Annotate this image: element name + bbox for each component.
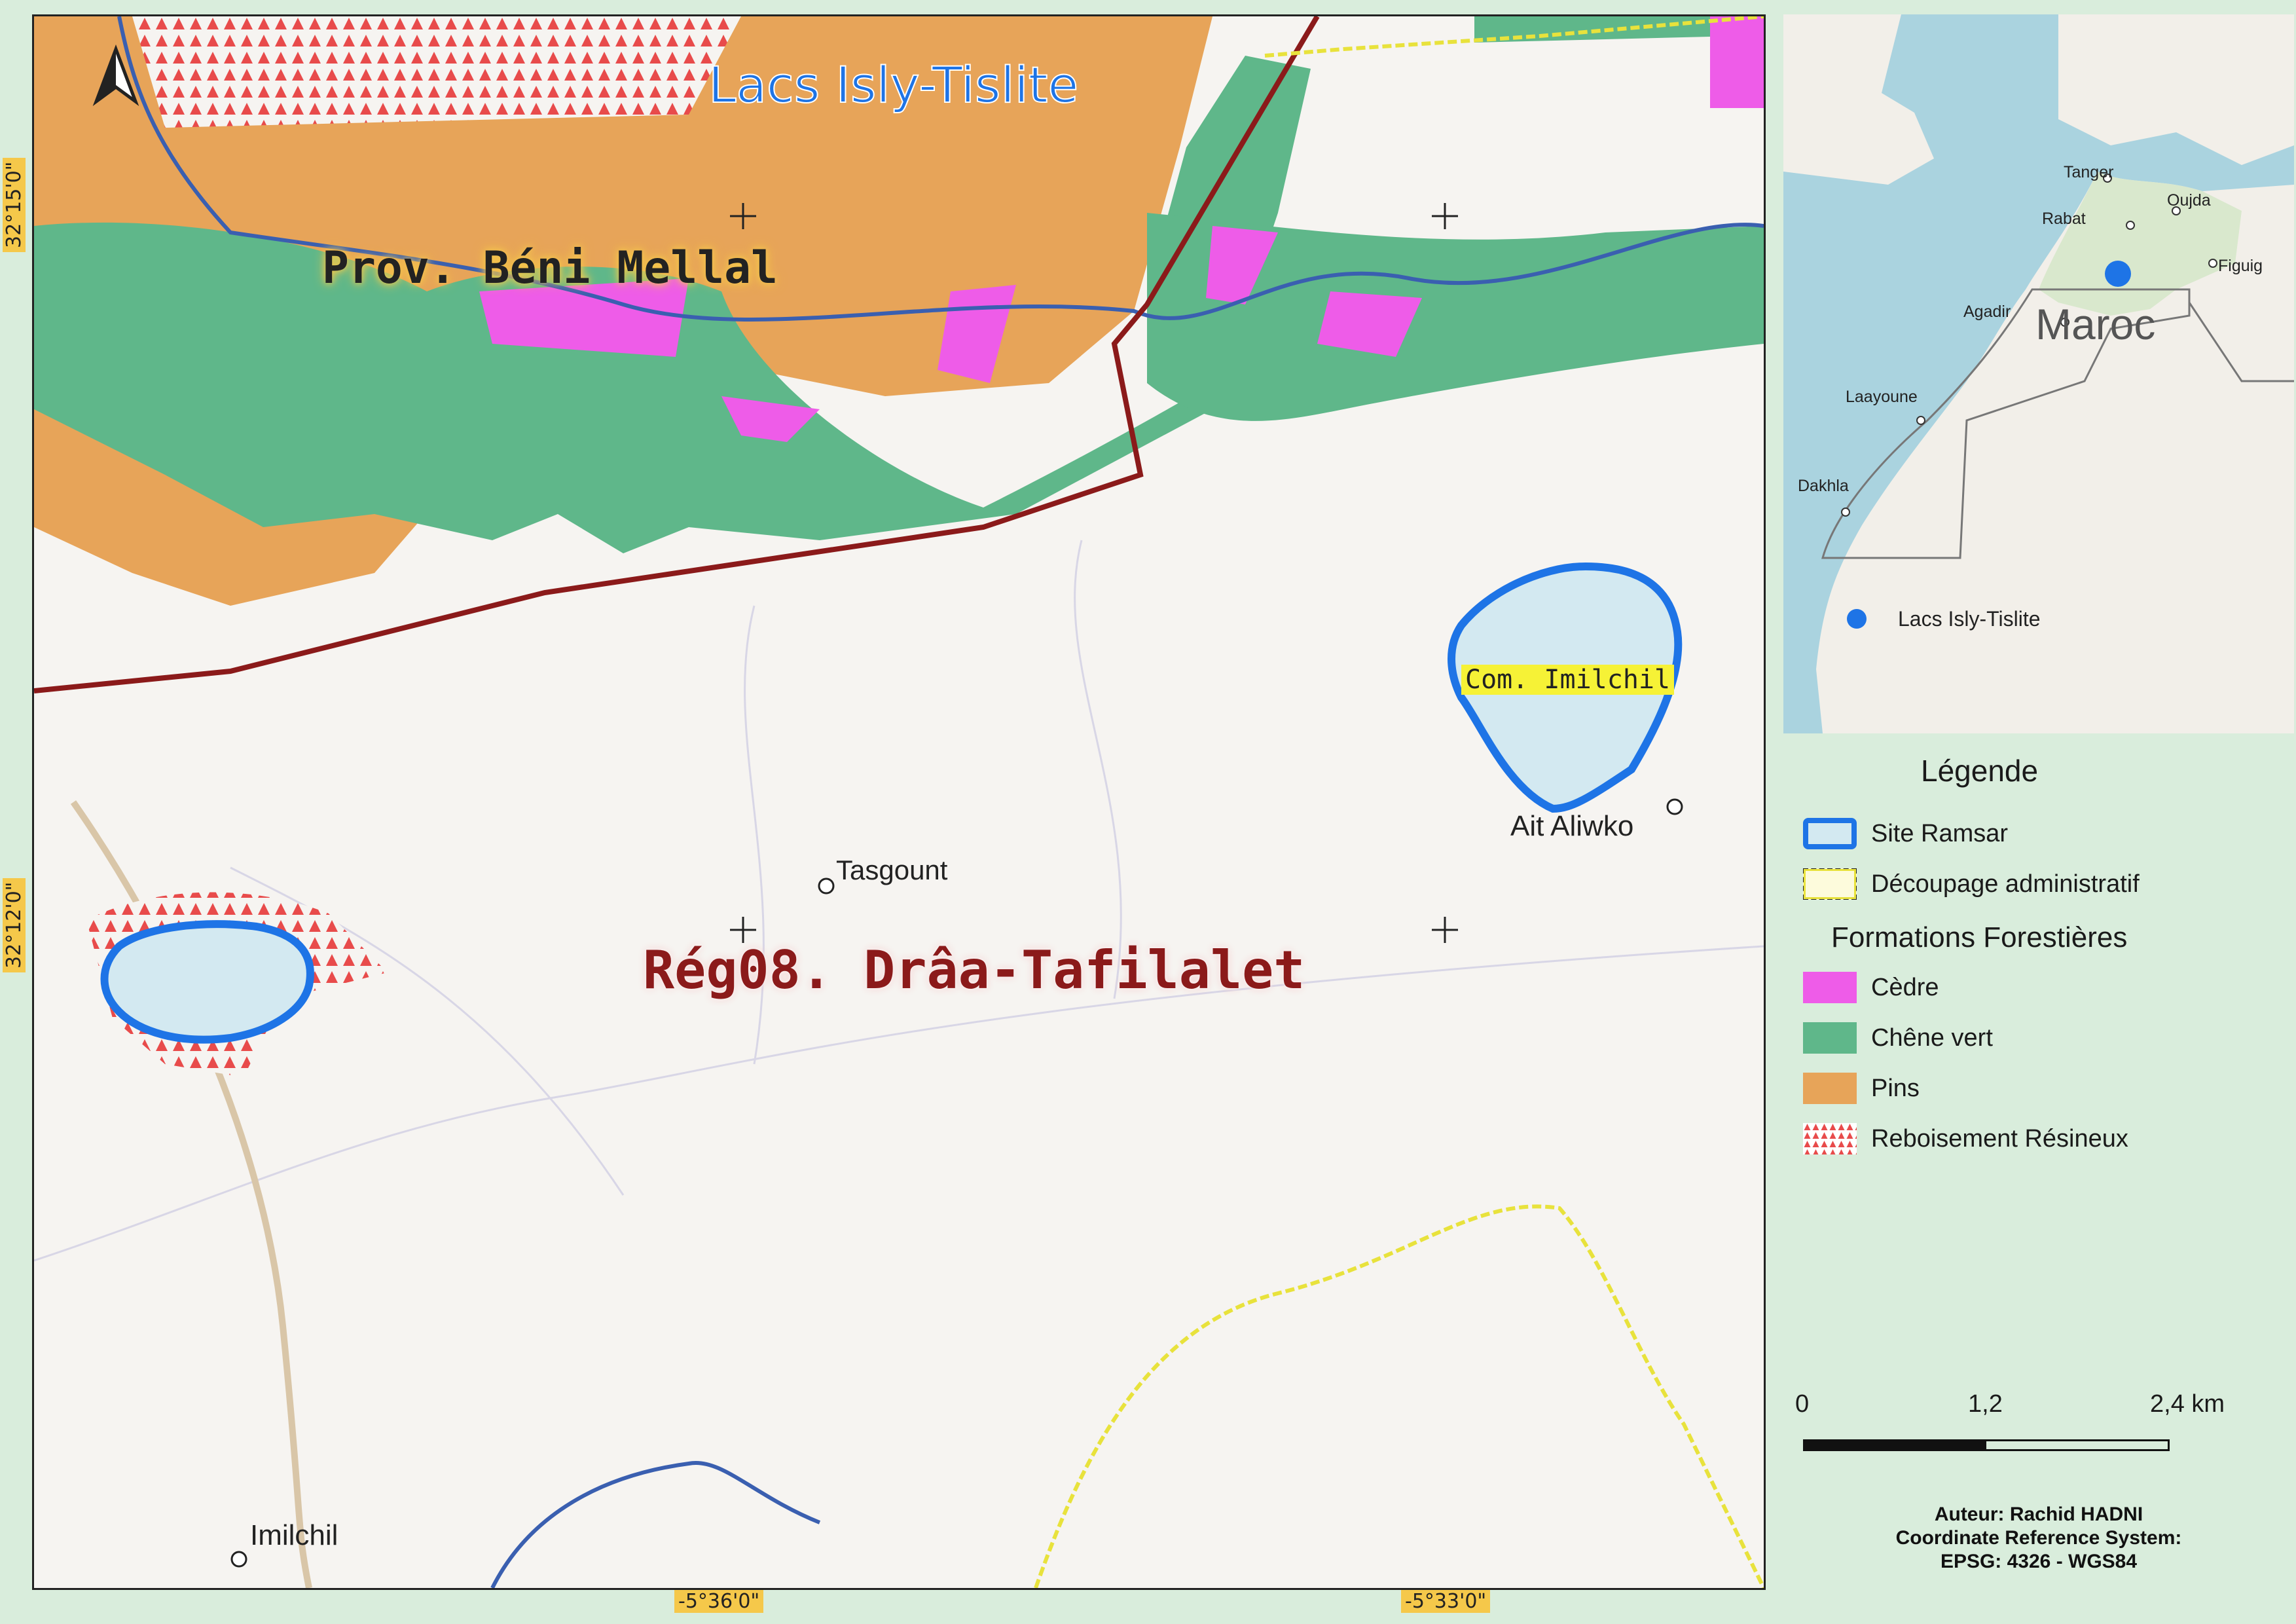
scale-bar — [1803, 1439, 2170, 1451]
inset-legend-marker — [1847, 609, 1867, 629]
legend-row-chene: Chêne vert — [1803, 1020, 1993, 1056]
inset-site-marker[interactable] — [2105, 261, 2131, 287]
label-province: Prov. Béni Mellal — [322, 242, 778, 294]
swatch-reboisement — [1803, 1123, 1857, 1154]
swatch-ramsar — [1803, 818, 1857, 849]
river-south — [490, 1460, 821, 1588]
place-label-ait-aliwko: Ait Aliwko — [1510, 810, 1634, 842]
scale-tick-1: 1,2 — [1968, 1390, 2003, 1418]
legend-label-reboisement: Reboisement Résineux — [1871, 1124, 2128, 1153]
main-map[interactable]: Lacs Isly-Tislite Prov. Béni Mellal Rég0… — [32, 14, 1766, 1590]
inset-legend-label: Lacs Isly-Tislite — [1898, 607, 2041, 631]
legend-label-ramsar: Site Ramsar — [1871, 819, 2009, 847]
legend-label-cedre: Cèdre — [1871, 973, 1939, 1001]
inset-country-label: Maroc — [2035, 300, 2156, 348]
place-label-tasgount: Tasgount — [836, 855, 948, 885]
admin-boundary-south — [1034, 1204, 1764, 1588]
swatch-cedre — [1803, 972, 1857, 1003]
label-commune: Com. Imilchil — [1461, 665, 1675, 695]
credit-crs-value: EPSG: 4326 - WGS84 — [1940, 1551, 2138, 1572]
scale-tick-2: 2,4 km — [2150, 1390, 2225, 1418]
inset-map[interactable]: Maroc Tanger Oujda Rabat Figuig Agadir L… — [1783, 14, 2294, 733]
lon-label-left: -5°36'0" — [674, 1590, 764, 1613]
inset-city-laayoune: Laayoune — [1846, 388, 1918, 406]
inset-city-tanger: Tanger — [2064, 163, 2114, 181]
inset-city-agadir: Agadir — [1963, 303, 2011, 321]
legend-row-cedre: Cèdre — [1803, 969, 1939, 1006]
lat-label-mid: 32°12'0" — [3, 877, 26, 972]
legend-row-pins: Pins — [1803, 1070, 1920, 1107]
inset-city-dakhla: Dakhla — [1798, 477, 1849, 495]
place-point-imilchil — [230, 1551, 247, 1568]
legend-label-pins: Pins — [1871, 1074, 1920, 1102]
lon-label-right: -5°33'0" — [1401, 1590, 1491, 1613]
inset-city-figuig: Figuig — [2218, 257, 2263, 275]
place-point-ait-aliwko — [1666, 798, 1683, 815]
legend-panel: Légende Site Ramsar Découpage administra… — [1783, 737, 2294, 1608]
place-point-tasgount — [818, 877, 835, 895]
lat-label-top: 32°15'0" — [3, 157, 26, 252]
legend-forest-heading: Formations Forestières — [1831, 921, 2128, 953]
label-region: Rég08. Drâa-Tafilalet — [643, 940, 1305, 1001]
swatch-chene — [1803, 1022, 1857, 1054]
credits: Auteur: Rachid HADNI Coordinate Referenc… — [1783, 1503, 2294, 1574]
scale-tick-0: 0 — [1795, 1390, 1810, 1418]
credit-crs-label: Coordinate Reference System: — [1895, 1527, 2182, 1549]
place-label-imilchil: Imilchil — [250, 1519, 338, 1551]
map-title: Lacs Isly-Tislite — [708, 55, 1079, 115]
map-canvas — [34, 16, 1764, 1588]
legend-row-reboisement: Reboisement Résineux — [1803, 1120, 2128, 1157]
legend-label-chene: Chêne vert — [1871, 1024, 1993, 1052]
inset-city-rabat: Rabat — [2042, 210, 2086, 228]
swatch-admin — [1803, 868, 1857, 900]
ramsar-site-tislite[interactable] — [100, 920, 314, 1044]
legend-label-admin: Découpage administratif — [1871, 870, 2140, 898]
legend-title: Légende — [1921, 754, 2039, 788]
inset-city-oujda: Oujda — [2167, 191, 2211, 210]
legend-row-admin: Découpage administratif — [1803, 866, 2140, 902]
credit-author: Auteur: Rachid HADNI — [1934, 1504, 2143, 1525]
reboisement-north — [132, 16, 741, 128]
legend-row-ramsar: Site Ramsar — [1803, 815, 2008, 852]
swatch-pins — [1803, 1073, 1857, 1104]
